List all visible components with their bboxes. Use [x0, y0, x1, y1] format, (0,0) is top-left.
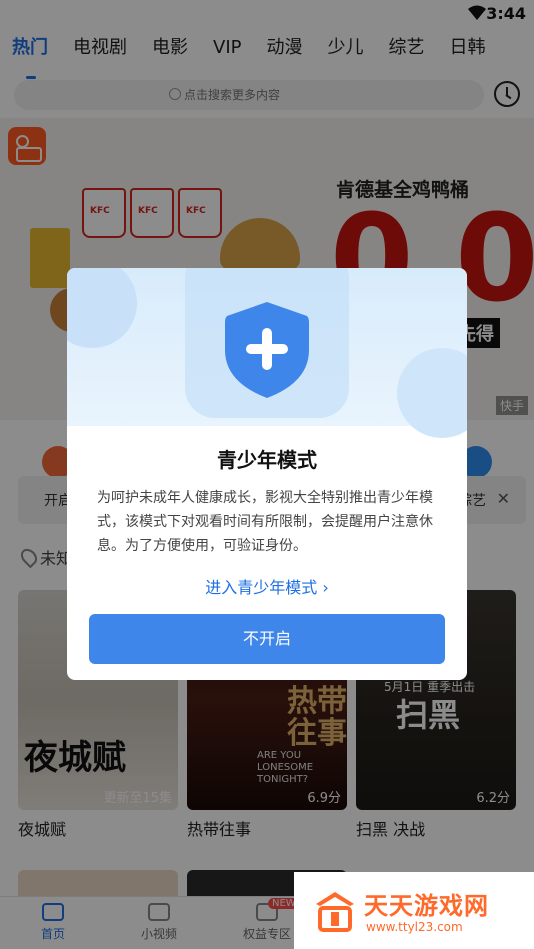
- watermark-url: www.ttyl23.com: [366, 920, 463, 934]
- decor-circle: [67, 268, 137, 348]
- dialog-hero: [67, 268, 467, 438]
- watermark-title: 天天游戏网: [364, 892, 489, 920]
- dialog-body: 为呵护未成年人健康成长，影视大全特别推出青少年模式，该模式下对观看时间有所限制，…: [97, 490, 433, 554]
- enter-teen-mode-link[interactable]: 进入青少年模式 ›: [67, 574, 467, 598]
- decline-button[interactable]: 不开启: [89, 614, 445, 664]
- site-watermark: 天天游戏网 www.ttyl23.com: [294, 872, 534, 949]
- watermark-logo-icon: [316, 892, 354, 932]
- teen-mode-dialog: 青少年模式 为呵护未成年人健康成长，影视大全特别推出青少年模式，该模式下对观看时…: [67, 268, 467, 680]
- dialog-title: 青少年模式: [217, 448, 317, 472]
- decor-circle: [397, 348, 467, 438]
- shield-plus-icon: [225, 302, 309, 398]
